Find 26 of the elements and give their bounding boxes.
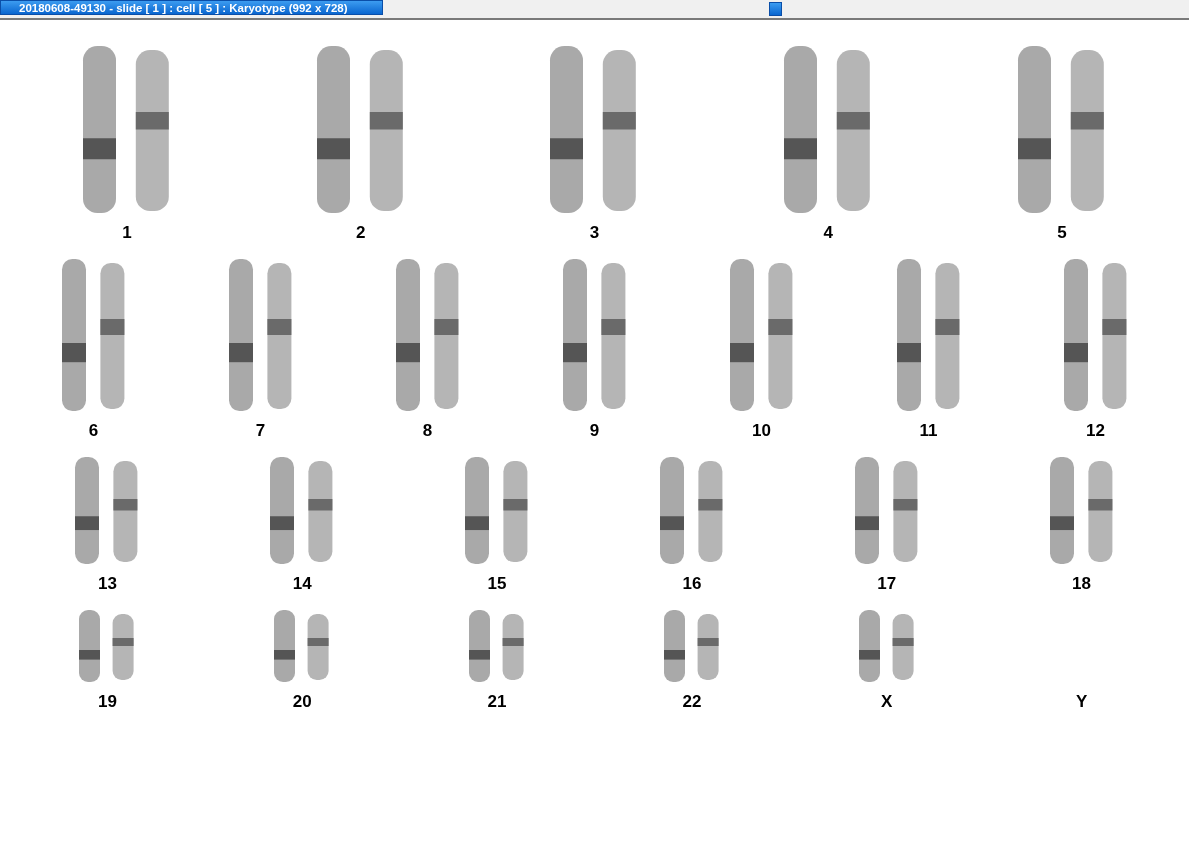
chromosome-number: 9	[589, 421, 600, 441]
chromosome-number: 16	[682, 574, 702, 594]
chromosome-number: 2	[355, 223, 366, 243]
chromosome-number: 1	[122, 223, 132, 243]
chromosome-number: 17	[877, 574, 897, 594]
chromosome-number: 4	[823, 223, 833, 243]
chromosome-number: 15	[487, 574, 507, 594]
chromosome-number: X	[881, 692, 893, 712]
chromosome-number: 3	[589, 223, 600, 243]
window-title-tab[interactable]: 20180608-49130 - slide [ 1 ] : cell [ 5 ] : Karyotype (992 x 728)	[0, 0, 383, 15]
chromosome-number: 14	[292, 574, 312, 594]
chromosome-number: 21	[487, 692, 507, 712]
chromosome-number: 6	[88, 421, 99, 441]
chromosome-number: 22	[682, 692, 702, 712]
chromosome-number: 13	[97, 574, 117, 594]
chromosome-number: 10	[752, 421, 771, 441]
chromosome-number: 18	[1072, 574, 1091, 594]
chromosome-number: 5	[1057, 223, 1067, 243]
chromosome-number: 11	[919, 421, 938, 441]
chromosome-number: Y	[1075, 692, 1088, 712]
chromosome-number: 7	[255, 421, 266, 441]
chromosome-number: 8	[422, 421, 433, 441]
chromosome-number: 12	[1086, 421, 1105, 441]
chromosome-number: 20	[292, 692, 312, 712]
scroll-thumb[interactable]	[769, 2, 782, 16]
chromosome-number: 19	[97, 692, 117, 712]
